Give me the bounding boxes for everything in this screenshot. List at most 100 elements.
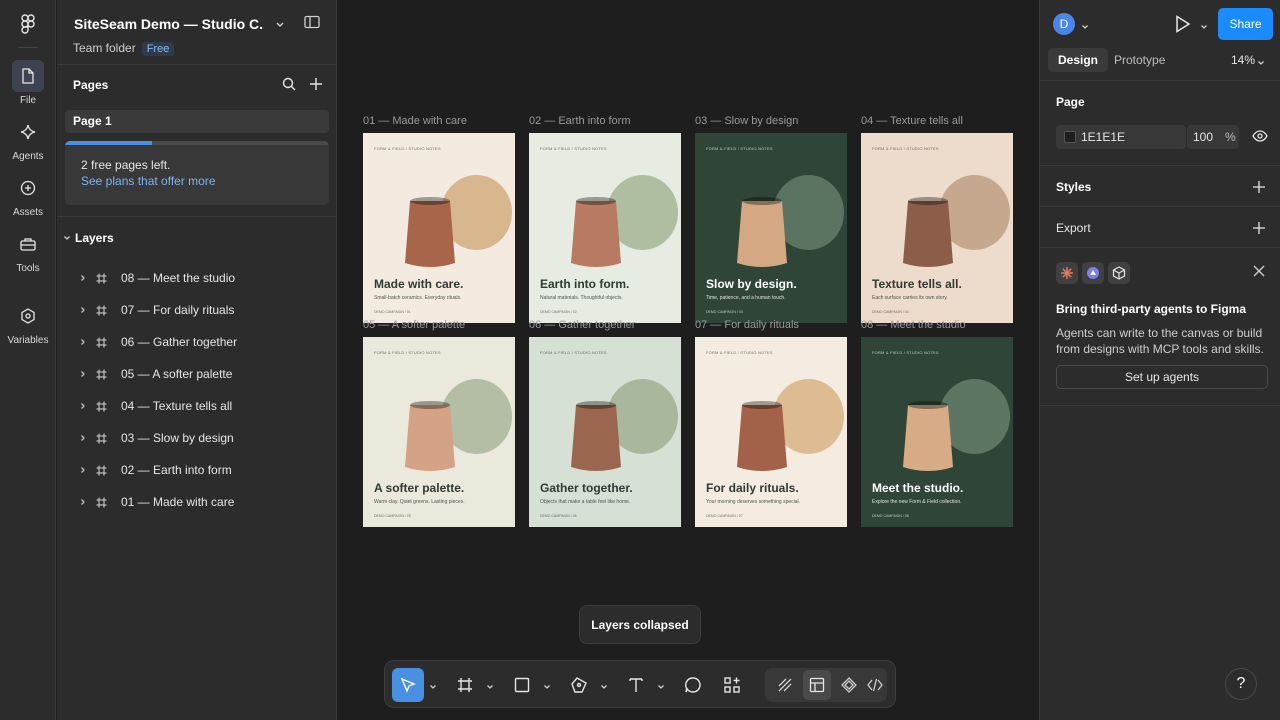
rail-item-assets[interactable]: Assets (0, 172, 56, 218)
chevron-down-icon[interactable] (63, 234, 75, 242)
campaign-frame[interactable]: FORM & FIELD / STUDIO NOTES Slow by desig… (695, 133, 847, 323)
chevron-down-icon[interactable] (1257, 56, 1265, 70)
frame-label[interactable]: 08 — Meet the studio (861, 319, 966, 331)
chevron-down-icon[interactable] (486, 680, 494, 694)
search-icon[interactable] (282, 77, 296, 94)
chevron-right-icon[interactable] (73, 466, 93, 474)
actions-icon (724, 677, 740, 693)
components-mode-button[interactable] (835, 670, 863, 700)
chevron-right-icon[interactable] (73, 402, 93, 410)
rail-label-agents: Agents (12, 151, 44, 162)
chevron-down-icon[interactable] (657, 680, 665, 694)
rail-item-file[interactable]: File (0, 60, 56, 106)
vase-illustration (405, 401, 455, 471)
layer-item[interactable]: 02 — Earth into form (57, 454, 337, 486)
add-export-icon[interactable] (1252, 221, 1266, 238)
variables-icon[interactable] (12, 300, 44, 332)
chevron-down-icon[interactable] (543, 680, 551, 694)
layer-item[interactable]: 01 — Made with care (57, 486, 337, 518)
chevron-right-icon[interactable] (73, 370, 93, 378)
page-item-page-1[interactable]: Page 1 (65, 110, 329, 133)
chevron-down-icon[interactable] (600, 680, 608, 694)
chevron-right-icon[interactable] (73, 338, 93, 346)
tab-design[interactable]: Design (1048, 48, 1108, 72)
rail-item-agents[interactable]: Agents (0, 116, 56, 162)
canvas[interactable]: 01 — Made with care FORM & FIELD / STUDIO… (338, 0, 1039, 720)
tools-icon[interactable] (12, 228, 44, 260)
tab-prototype[interactable]: Prototype (1114, 53, 1165, 67)
figma-logo-icon[interactable] (16, 12, 40, 36)
layer-item[interactable]: 05 — A softer palette (57, 358, 337, 390)
frame-label[interactable]: 05 — A softer palette (363, 319, 465, 331)
layers-header[interactable]: Layers (63, 231, 114, 245)
page-opacity-value[interactable]: 100 (1193, 130, 1213, 144)
help-button[interactable]: ? (1225, 668, 1257, 700)
zoom-level[interactable]: 14% (1231, 53, 1255, 67)
chevron-right-icon[interactable] (73, 434, 93, 442)
actions-tool-button[interactable] (716, 668, 748, 702)
campaign-frame[interactable]: FORM & FIELD / STUDIO NOTES Texture tells… (861, 133, 1013, 323)
chevron-right-icon[interactable] (73, 498, 93, 506)
layer-item[interactable]: 07 — For daily rituals (57, 294, 337, 326)
pen-tool-button[interactable] (563, 668, 595, 702)
chevron-right-icon[interactable] (73, 274, 93, 282)
rail-label-assets: Assets (12, 207, 43, 218)
agents-card-body: Agents can write to the canvas or build … (1056, 326, 1264, 356)
comment-tool-button[interactable] (677, 668, 709, 702)
frame-label[interactable]: 02 — Earth into form (529, 115, 631, 127)
avatar[interactable]: D (1053, 13, 1075, 35)
frame-label[interactable]: 04 — Texture tells all (861, 115, 963, 127)
add-style-icon[interactable] (1252, 180, 1266, 197)
eye-icon[interactable] (1252, 130, 1268, 145)
layer-item[interactable]: 08 — Meet the studio (57, 262, 337, 294)
campaign-frame[interactable]: FORM & FIELD / STUDIO NOTES Meet the stud… (861, 337, 1013, 527)
close-icon[interactable] (1253, 265, 1265, 280)
add-page-icon[interactable] (309, 77, 323, 94)
rail-item-variables[interactable]: Variables (0, 300, 56, 346)
rectangle-tool-button[interactable] (506, 668, 538, 702)
move-tool-button[interactable] (392, 668, 424, 702)
promo-text: 2 free pages left. (81, 158, 171, 172)
agents-icon[interactable] (12, 116, 44, 148)
layer-item[interactable]: 06 — Gather together (57, 326, 337, 358)
frame-tool-button[interactable] (449, 668, 481, 702)
campaign-frame[interactable]: FORM & FIELD / STUDIO NOTES Gather togeth… (529, 337, 681, 527)
see-plans-link[interactable]: See plans that offer more (81, 174, 216, 188)
file-icon[interactable] (12, 60, 44, 92)
chevron-down-icon[interactable] (1081, 20, 1089, 34)
frame-label[interactable]: 01 — Made with care (363, 115, 467, 127)
text-tool-button[interactable] (620, 668, 652, 702)
folder-name[interactable]: Team folder (73, 41, 136, 55)
campaign-frame[interactable]: FORM & FIELD / STUDIO NOTES A softer pale… (363, 337, 515, 527)
present-button[interactable] (1172, 14, 1192, 37)
rail-item-tools[interactable]: Tools (0, 228, 56, 274)
set-up-agents-button[interactable]: Set up agents (1056, 365, 1268, 389)
page-color-field[interactable]: 1E1E1E (1056, 125, 1186, 149)
chevron-down-icon[interactable] (1200, 20, 1208, 34)
frame-headline: Made with care. (374, 277, 464, 291)
share-button[interactable]: Share (1218, 8, 1273, 40)
cursor-icon (400, 677, 416, 693)
campaign-frame[interactable]: FORM & FIELD / STUDIO NOTES For daily rit… (695, 337, 847, 527)
page-color-value[interactable]: 1E1E1E (1081, 130, 1125, 144)
frame-label[interactable]: 06 — Gather together (529, 319, 635, 331)
frame-brand: FORM & FIELD / STUDIO NOTES (872, 350, 939, 355)
chevron-down-icon[interactable] (275, 18, 285, 32)
assets-icon[interactable] (12, 172, 44, 204)
color-swatch[interactable] (1064, 131, 1076, 143)
campaign-frame[interactable]: FORM & FIELD / STUDIO NOTES Made with car… (363, 133, 515, 323)
sidebar-toggle-icon[interactable] (304, 15, 320, 32)
file-title[interactable]: SiteSeam Demo — Studio C... (74, 16, 264, 32)
page-opacity-field[interactable]: 100 % (1187, 125, 1239, 149)
chevron-down-icon[interactable] (429, 680, 437, 694)
rail-label-variables: Variables (7, 335, 49, 346)
chevron-right-icon[interactable] (73, 306, 93, 314)
frame-label[interactable]: 03 — Slow by design (695, 115, 798, 127)
layer-item[interactable]: 04 — Texture tells all (57, 390, 337, 422)
design-mode-button[interactable] (803, 670, 831, 700)
campaign-frame[interactable]: FORM & FIELD / STUDIO NOTES Earth into fo… (529, 133, 681, 323)
frame-label[interactable]: 07 — For daily rituals (695, 319, 799, 331)
draw-mode-button[interactable] (771, 670, 799, 700)
dev-mode-button[interactable] (863, 670, 887, 700)
layer-item[interactable]: 03 — Slow by design (57, 422, 337, 454)
